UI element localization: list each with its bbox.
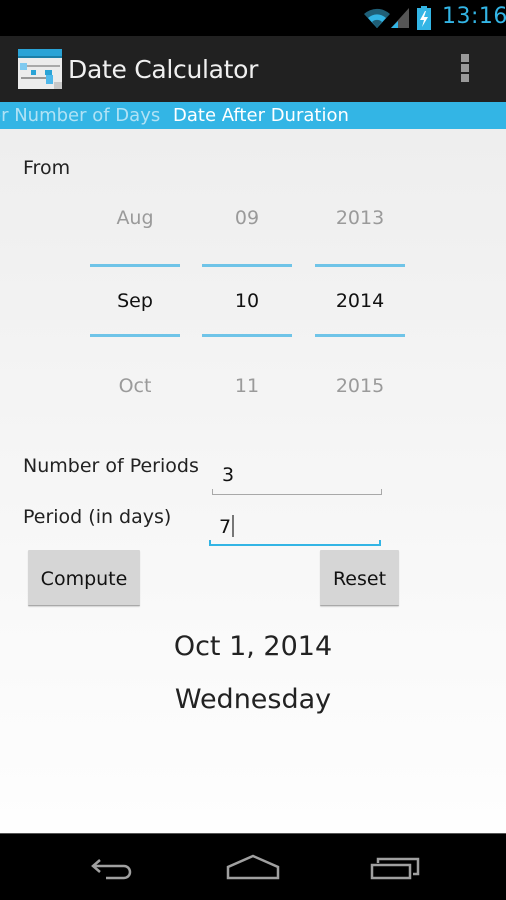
overflow-menu-icon[interactable] [455,50,477,86]
tab-strip: er Number of Days Date After Duration [0,102,506,129]
month-prev[interactable]: Aug [90,207,180,229]
navigation-bar [0,833,506,900]
period-days-value[interactable]: 7 [219,516,231,538]
action-bar: Date Calculator [0,36,506,102]
picker-divider [90,264,180,267]
day-prev[interactable]: 09 [202,207,292,229]
year-current[interactable]: 2014 [315,290,405,312]
calendar-calculator-icon [18,49,62,89]
month-current[interactable]: Sep [90,290,180,312]
number-of-periods-label: Number of Periods [23,455,199,477]
input-underline [212,489,382,495]
day-next[interactable]: 11 [202,375,292,397]
picker-divider [202,334,292,337]
period-days-label: Period (in days) [23,506,172,528]
day-current[interactable]: 10 [202,290,292,312]
result-date: Oct 1, 2014 [173,631,333,662]
period-days-input[interactable]: 7 [209,508,381,546]
number-of-periods-input[interactable]: 3 [212,457,382,495]
result-weekday: Wednesday [174,684,332,715]
month-next[interactable]: Oct [90,375,180,397]
year-picker[interactable]: 2013 2014 2015 [315,189,405,419]
compute-button[interactable]: Compute [28,550,140,606]
picker-divider [90,334,180,337]
app-title: Date Calculator [68,55,259,84]
tab-date-after-duration[interactable]: Date After Duration [173,105,349,126]
home-icon[interactable] [218,846,288,886]
recents-icon[interactable] [358,846,428,886]
clock: 13:16 [442,4,506,29]
text-cursor [232,515,235,537]
back-icon[interactable] [78,846,148,886]
tab-date-after-number-of-days[interactable]: er Number of Days [0,105,160,126]
status-bar: 13:16 [0,0,506,36]
year-prev[interactable]: 2013 [315,207,405,229]
input-underline [209,540,381,546]
period-days-text[interactable]: 7 [219,515,235,538]
month-picker[interactable]: Aug Sep Oct [90,189,180,419]
number-of-periods-value[interactable]: 3 [222,464,234,486]
from-label: From [23,157,71,179]
battery-charging-icon [417,6,431,30]
content: From Aug Sep Oct 09 10 11 2013 2014 2015… [0,129,506,833]
picker-divider [315,334,405,337]
day-picker[interactable]: 09 10 11 [202,189,292,419]
reset-button[interactable]: Reset [320,550,399,606]
year-next[interactable]: 2015 [315,375,405,397]
picker-divider [315,264,405,267]
signal-icon [391,8,409,28]
picker-divider [202,264,292,267]
wifi-icon [364,8,390,28]
